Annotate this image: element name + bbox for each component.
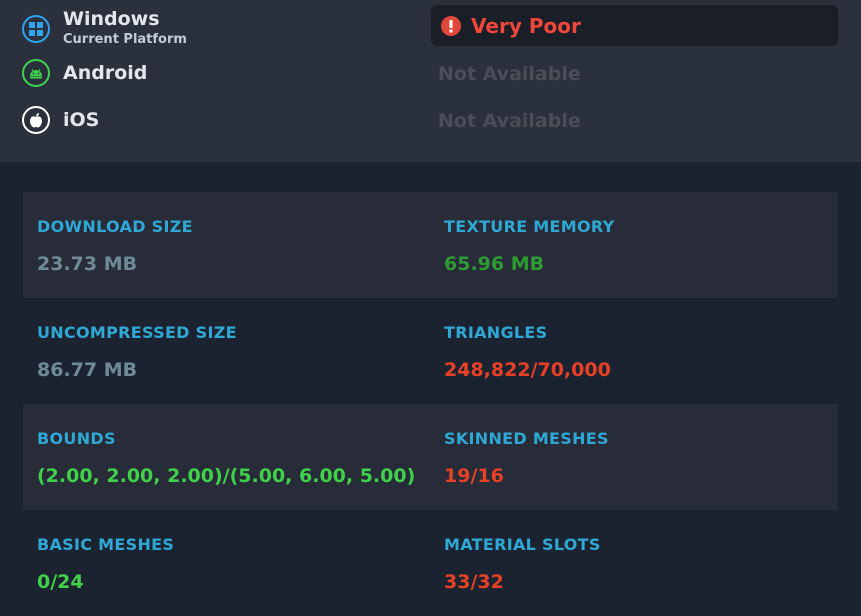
platform-row-ios[interactable]: iOS [22,106,99,134]
stats-row: UNCOMPRESSED SIZE 86.77 MB TRIANGLES 248… [23,298,838,404]
stat-label: MATERIAL SLOTS [444,535,601,554]
warning-icon [441,15,461,36]
platform-name: Android [63,61,148,84]
platform-status: Not Available [438,110,581,132]
windows-icon [22,14,50,43]
android-icon [22,59,50,87]
stat-value: 65.96 MB [444,253,545,275]
stat-label: BASIC MESHES [37,535,175,554]
stat-label: TEXTURE MEMORY [444,217,615,236]
platform-row-windows[interactable]: Windows Current Platform [22,10,187,47]
stat-label: UNCOMPRESSED SIZE [37,323,237,342]
platform-row-android[interactable]: Android [22,59,147,87]
stat-value: (2.00, 2.00, 2.00)/(5.00, 6.00, 5.00) [37,465,416,487]
stats-row: BASIC MESHES 0/24 MATERIAL SLOTS 33/32 [23,510,838,616]
stat-value: 23.73 MB [37,253,138,275]
performance-rating: Very Poor [431,5,838,46]
platform-subtitle: Current Platform [63,32,187,47]
stat-label: BOUNDS [37,429,116,448]
stat-label: SKINNED MESHES [444,429,609,448]
stat-value: 33/32 [444,571,504,593]
stat-value: 86.77 MB [37,359,138,381]
stats-row: BOUNDS (2.00, 2.00, 2.00)/(5.00, 6.00, 5… [23,404,838,510]
platform-name: iOS [63,108,100,131]
apple-icon [22,106,50,134]
stats-row: DOWNLOAD SIZE 23.73 MB TEXTURE MEMORY 65… [23,192,838,298]
stats-grid: DOWNLOAD SIZE 23.73 MB TEXTURE MEMORY 65… [23,192,838,616]
rating-text: Very Poor [471,13,581,38]
stat-value: 19/16 [444,465,504,487]
stat-label: DOWNLOAD SIZE [37,217,193,236]
stat-label: TRIANGLES [444,323,548,342]
stat-value: 0/24 [37,571,84,593]
platform-status: Not Available [438,63,581,85]
stat-value: 248,822/70,000 [444,359,611,381]
platform-name: Windows [63,8,160,30]
platform-panel: Windows Current Platform Very Poor Andro… [0,0,861,162]
